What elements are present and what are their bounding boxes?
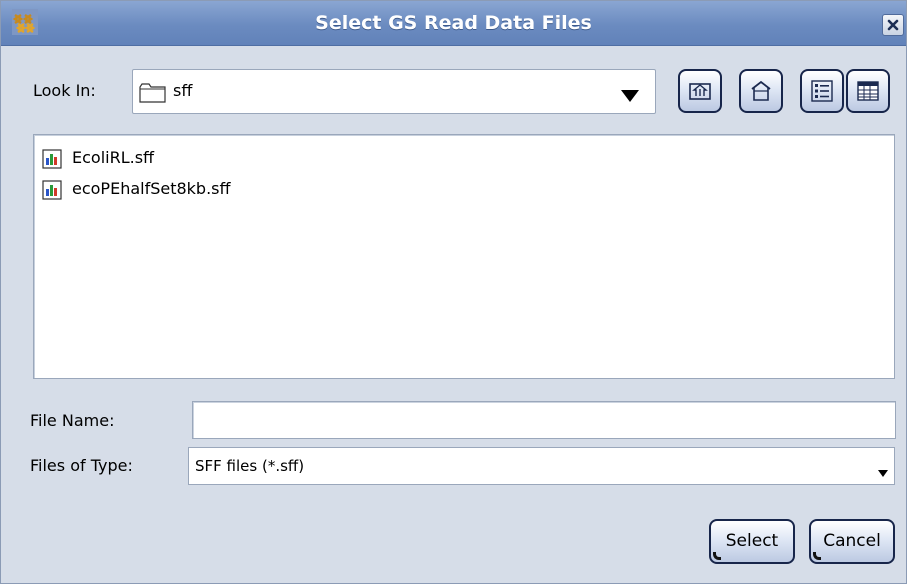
chevron-down-icon[interactable] bbox=[621, 87, 639, 106]
chevron-down-icon[interactable] bbox=[878, 462, 888, 481]
file-list[interactable]: EcoliRL.sff ecoPEhalfSet8kb.sff bbox=[33, 134, 895, 379]
list-view-icon bbox=[811, 80, 833, 102]
details-view-icon bbox=[857, 81, 879, 101]
close-icon bbox=[887, 19, 899, 31]
sff-file-icon bbox=[42, 149, 62, 173]
home-button[interactable] bbox=[739, 69, 783, 113]
home-icon bbox=[751, 80, 771, 101]
focus-corner-icon bbox=[713, 552, 721, 560]
cancel-button-label: Cancel bbox=[823, 531, 881, 551]
lookin-combobox[interactable]: sff bbox=[132, 69, 656, 114]
sff-file-icon bbox=[42, 180, 62, 204]
close-button[interactable] bbox=[882, 14, 904, 36]
up-folder-icon bbox=[689, 83, 711, 100]
file-type-combobox[interactable]: SFF files (*.sff) bbox=[188, 447, 895, 485]
dialog-title: Select GS Read Data Files bbox=[315, 12, 592, 34]
file-name: ecoPEhalfSet8kb.sff bbox=[72, 179, 231, 198]
select-button[interactable]: Select bbox=[709, 519, 795, 564]
select-button-label: Select bbox=[725, 531, 779, 551]
file-type-value: SFF files (*.sff) bbox=[195, 457, 305, 475]
folder-icon bbox=[139, 83, 167, 107]
lookin-label: Look In: bbox=[33, 81, 96, 100]
file-name: EcoliRL.sff bbox=[72, 148, 155, 167]
up-one-level-button[interactable] bbox=[678, 69, 722, 113]
cancel-button[interactable]: Cancel bbox=[809, 519, 895, 564]
file-name-label: File Name: bbox=[30, 411, 115, 430]
file-chooser-dialog: Select GS Read Data Files Look In: sff E… bbox=[0, 0, 907, 584]
list-view-button[interactable] bbox=[800, 69, 844, 113]
focus-corner-icon bbox=[813, 552, 821, 560]
details-view-button[interactable] bbox=[846, 69, 890, 113]
lookin-value: sff bbox=[173, 81, 193, 100]
file-name-field[interactable] bbox=[192, 401, 896, 439]
title-bar[interactable]: Select GS Read Data Files bbox=[1, 1, 906, 46]
file-type-label: Files of Type: bbox=[30, 456, 133, 475]
